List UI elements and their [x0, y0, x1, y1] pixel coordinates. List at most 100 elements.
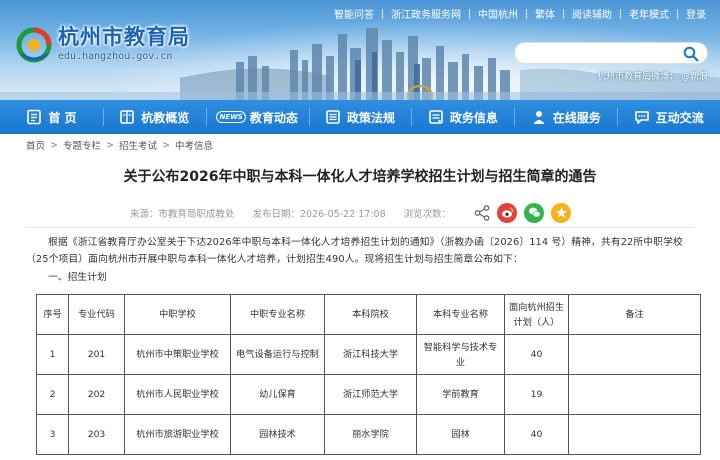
- cell-university: 浙江科技大学: [324, 334, 417, 375]
- user-icon: [533, 111, 545, 124]
- section-heading: 一、招生计划: [48, 272, 107, 283]
- search-input[interactable]: [525, 45, 685, 66]
- education-logo-icon: [16, 27, 52, 63]
- site-logo[interactable]: 杭州市教育局 edu.hangzhou.gov.cn: [14, 24, 190, 64]
- cell-university-major: 学前教育: [416, 374, 505, 415]
- cell-university: 浙江师范大学: [324, 374, 417, 415]
- breadcrumb-special-topics[interactable]: 专题专栏: [63, 138, 101, 152]
- breadcrumb: 首页 > 专题专栏 > 招生考试 > 中考信息: [26, 134, 694, 156]
- cell-vocational-school: 杭州市中策职业学校: [124, 334, 231, 375]
- header-hangzhou-quota: 面向杭州招生计划（人）: [504, 294, 569, 335]
- article-meta: 来源：市教育局职成教处 发布日期：2026-05-22 17:08 浏览次数：: [26, 198, 694, 228]
- nav-item-policies[interactable]: 政策法规: [308, 100, 412, 134]
- nav-label: 杭教概览: [141, 110, 190, 125]
- article-views: 浏览次数：: [403, 208, 452, 220]
- site-title: 杭州市教育局: [58, 25, 190, 49]
- cell-major-code: 203: [68, 414, 125, 455]
- wechat-icon[interactable]: [524, 202, 545, 223]
- cell-vocational-major: 园林技术: [230, 414, 325, 455]
- weibo-link[interactable]: 杭州市教育局微博： @新浪: [597, 69, 708, 82]
- top-link-reading-assist[interactable]: 阅读辅助: [572, 6, 612, 21]
- table-row: 3 203 杭州市旅游职业学校 园林技术 丽水学院 园林 40: [36, 414, 701, 455]
- cell-remarks: [568, 374, 701, 415]
- chat-icon: [634, 111, 649, 124]
- header-university: 本科院校: [324, 294, 417, 335]
- star-glyph-icon: [555, 207, 567, 218]
- wechat-glyph-icon: [528, 207, 541, 218]
- cell-vocational-major: 电气设备运行与控制: [230, 334, 325, 375]
- nav-label: 互动交流: [655, 110, 704, 125]
- article-paragraph: 根据《浙江省教育厅办公室关于下达2026年中职与本科一体化人才培养招生计划的通知…: [26, 237, 683, 265]
- main-nav: 首 页 杭教概览 NEWS 教育动态 政策法规 政务信息 在线服务 互动交流: [0, 100, 720, 134]
- nav-label: 政务信息: [449, 110, 498, 125]
- divider: [620, 8, 621, 19]
- article-title: 关于公布2026年中职与本科一体化人才培养学校招生计划与招生简章的通告: [123, 169, 597, 185]
- top-link-login[interactable]: 登录: [686, 6, 706, 21]
- divider: [677, 8, 678, 19]
- top-link-zhejiang-gov-service[interactable]: 浙江政务服务网: [391, 6, 461, 21]
- breadcrumb-home[interactable]: 首页: [26, 138, 45, 152]
- cell-quota: 19: [504, 374, 569, 415]
- cell-remarks: [568, 414, 701, 455]
- cell-university: 丽水学院: [324, 414, 417, 455]
- nav-item-online-service[interactable]: 在线服务: [514, 100, 617, 134]
- divider: [469, 8, 470, 19]
- header-university-major: 本科专业名称: [416, 294, 505, 335]
- table-header-row: 序号 专业代码 中职学校 中职专业名称 本科院校 本科专业名称 面向杭州招生计划…: [36, 294, 701, 335]
- article-source: 来源：市教育局职成教处: [130, 208, 235, 220]
- cell-index: 1: [36, 334, 69, 375]
- nav-item-government-info[interactable]: 政务信息: [411, 100, 514, 134]
- top-link-elder-mode[interactable]: 老年模式: [629, 6, 669, 21]
- favorite-icon[interactable]: [551, 202, 572, 223]
- cell-index: 2: [36, 374, 69, 415]
- nav-item-home[interactable]: 首 页: [0, 100, 103, 134]
- nav-item-education-news[interactable]: NEWS 教育动态: [205, 100, 309, 134]
- cell-index: 3: [36, 414, 69, 455]
- cell-vocational-major: 幼儿保育: [230, 374, 325, 415]
- home-icon: [27, 109, 42, 125]
- weibo-icon[interactable]: [497, 202, 518, 223]
- header-remarks: 备注: [568, 294, 701, 335]
- header-major-code: 专业代码: [68, 294, 125, 335]
- breadcrumb-high-school-exam[interactable]: 中考信息: [175, 138, 213, 152]
- weibo-glyph-icon: [501, 207, 513, 218]
- breadcrumb-separator: >: [106, 139, 114, 151]
- top-links-bar: 智能问答 浙江政务服务网 中国杭州 繁体 阅读辅助 老年模式 登录: [334, 6, 706, 21]
- site-header: 智能问答 浙江政务服务网 中国杭州 繁体 阅读辅助 老年模式 登录 杭州市教育局…: [0, 0, 720, 100]
- divider: [563, 8, 564, 19]
- header-vocational-school: 中职学校: [124, 294, 231, 335]
- nav-label: 教育动态: [249, 110, 298, 125]
- site-domain: edu.hangzhou.gov.cn: [58, 51, 173, 62]
- nav-label: 首 页: [48, 110, 77, 125]
- search-icon[interactable]: [683, 46, 699, 62]
- book-icon: [120, 110, 135, 124]
- breadcrumb-separator: >: [161, 139, 170, 151]
- nav-item-interaction[interactable]: 互动交流: [617, 100, 720, 134]
- top-link-china-hangzhou[interactable]: 中国杭州: [478, 6, 518, 21]
- share-bar: [473, 202, 578, 223]
- nav-item-overview[interactable]: 杭教概览: [102, 100, 206, 134]
- cell-university-major: 园林: [416, 414, 505, 455]
- cell-quota: 40: [504, 414, 569, 455]
- cell-vocational-school: 杭州市旅游职业学校: [124, 414, 231, 455]
- breadcrumb-admissions[interactable]: 招生考试: [119, 138, 157, 152]
- cell-major-code: 201: [68, 334, 125, 375]
- top-link-traditional-chinese[interactable]: 繁体: [535, 6, 555, 21]
- news-icon: NEWS: [216, 111, 246, 123]
- enrollment-plan-table: 序号 专业代码 中职学校 中职专业名称 本科院校 本科专业名称 面向杭州招生计划…: [36, 294, 701, 455]
- cell-vocational-school: 杭州市人民职业学校: [124, 374, 231, 415]
- law-icon: [326, 110, 340, 124]
- divider: [526, 8, 527, 19]
- info-icon: [429, 110, 443, 124]
- table-row: 2 202 杭州市人民职业学校 幼儿保育 浙江师范大学 学前教育 19: [36, 374, 701, 415]
- divider: [382, 8, 383, 19]
- share-icon[interactable]: [473, 204, 491, 222]
- nav-label: 政策法规: [347, 110, 396, 125]
- top-link-qa[interactable]: 智能问答: [334, 6, 374, 21]
- cell-university-major: 智能科学与技术专业: [416, 334, 505, 375]
- article-date: 发布日期：2026-05-22 17:08: [252, 208, 386, 220]
- table-row: 1 201 杭州市中策职业学校 电气设备运行与控制 浙江科技大学 智能科学与技术…: [36, 334, 701, 375]
- nav-label: 在线服务: [552, 110, 601, 125]
- header-vocational-major: 中职专业名称: [230, 294, 325, 335]
- header-index: 序号: [36, 294, 69, 335]
